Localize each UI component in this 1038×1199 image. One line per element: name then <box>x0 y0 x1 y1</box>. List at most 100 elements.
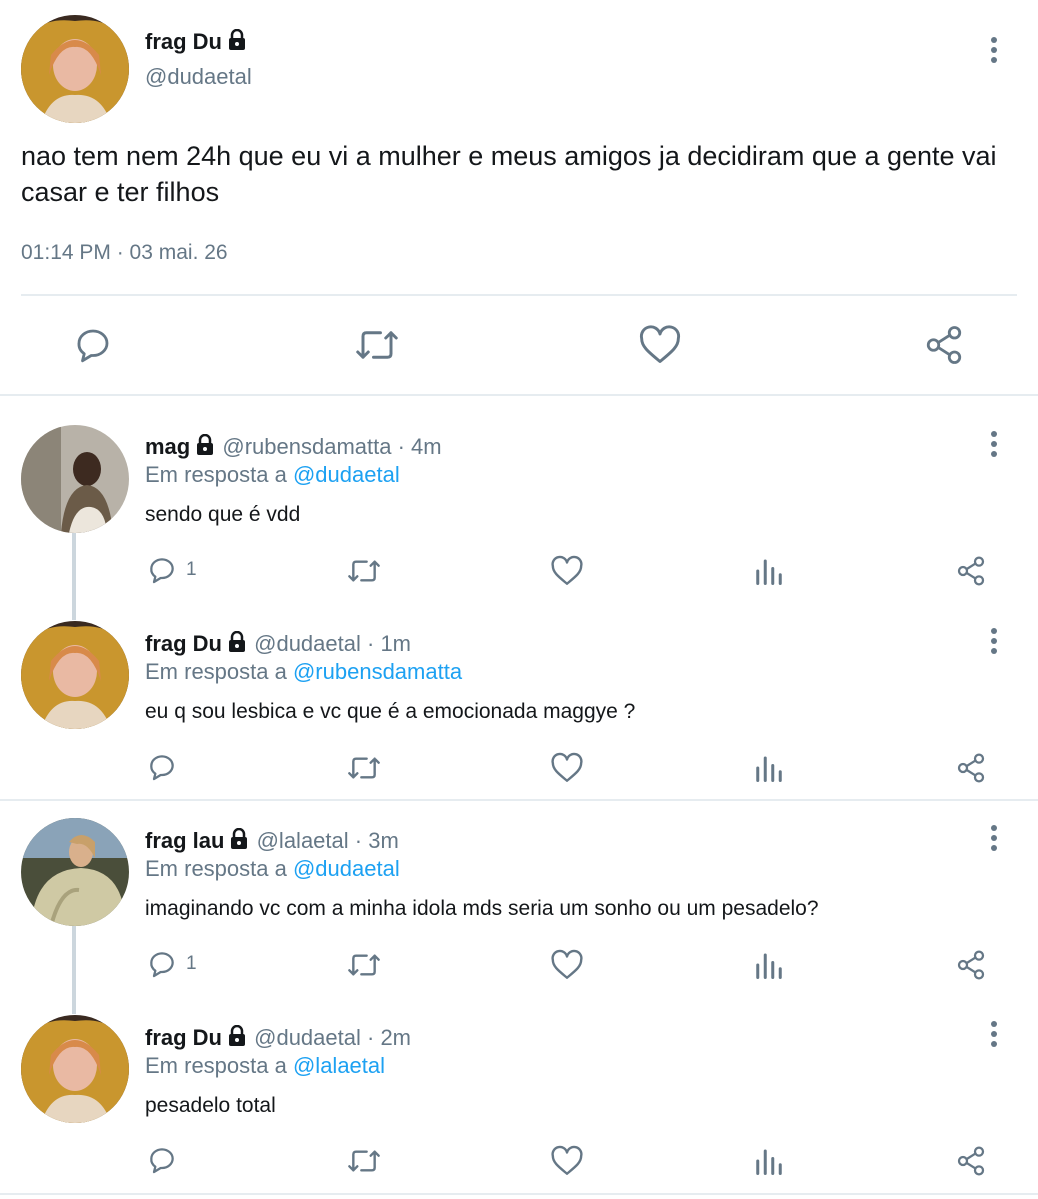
share-icon <box>957 556 985 586</box>
more-icon[interactable] <box>979 30 1009 70</box>
share-button[interactable] <box>954 555 988 587</box>
reply-header: frag Du @dudaetal · 1m <box>145 629 411 657</box>
reply-time[interactable]: · 2m <box>367 1025 411 1050</box>
like-icon <box>551 949 583 979</box>
analytics-button[interactable] <box>754 949 784 981</box>
retweet-button[interactable] <box>354 324 400 366</box>
like-button[interactable] <box>550 752 584 784</box>
author-display-name[interactable]: mag <box>145 434 190 459</box>
avatar[interactable] <box>21 15 129 123</box>
reply-icon <box>150 1148 174 1174</box>
reply-icon <box>150 755 174 781</box>
like-icon <box>639 325 681 363</box>
thread-line <box>72 532 76 620</box>
like-icon <box>551 1145 583 1175</box>
reply-prefix: Em resposta a <box>145 856 287 881</box>
share-icon <box>957 1146 985 1176</box>
avatar[interactable] <box>21 818 129 926</box>
reply-button[interactable] <box>146 1144 178 1176</box>
reply-button[interactable]: 1 <box>146 948 197 980</box>
analytics-button[interactable] <box>754 752 784 784</box>
divider <box>21 294 1017 296</box>
reply-count: 1 <box>186 559 197 580</box>
more-icon[interactable] <box>979 621 1009 661</box>
author-display-name[interactable]: frag lau <box>145 828 224 853</box>
reply-to-link[interactable]: @dudaetal <box>293 856 400 881</box>
author-display-name[interactable]: frag Du <box>145 631 222 656</box>
avatar[interactable] <box>21 1015 129 1123</box>
like-button[interactable] <box>550 555 584 587</box>
more-icon[interactable] <box>979 818 1009 858</box>
like-icon <box>551 555 583 585</box>
share-icon <box>957 950 985 980</box>
like-button[interactable] <box>638 324 682 366</box>
reply-context: Em resposta a @lalaetal <box>145 1053 385 1079</box>
reply-button[interactable] <box>146 751 178 783</box>
avatar[interactable] <box>21 425 129 533</box>
author-display-name[interactable]: frag Du <box>145 1025 222 1050</box>
analytics-button[interactable] <box>754 555 784 587</box>
section-divider <box>0 1193 1038 1195</box>
like-icon <box>551 752 583 782</box>
retweet-button[interactable] <box>346 949 382 981</box>
author-name[interactable]: frag Du <box>145 27 248 55</box>
share-button[interactable] <box>922 324 966 366</box>
retweet-icon <box>348 1150 380 1172</box>
reply-time[interactable]: · 4m <box>398 434 442 459</box>
analytics-icon <box>756 756 782 782</box>
reply-time[interactable]: · 3m <box>355 828 399 853</box>
tweet-text: nao tem nem 24h que eu vi a mulher e meu… <box>21 141 997 207</box>
retweet-button[interactable] <box>346 555 382 587</box>
reply-context: Em resposta a @rubensdamatta <box>145 659 462 685</box>
author-handle[interactable]: @rubensdamatta <box>222 434 391 459</box>
reply-button[interactable] <box>72 324 114 366</box>
like-button[interactable] <box>550 949 584 981</box>
reply-to-link[interactable]: @dudaetal <box>293 462 400 487</box>
author-display-name: frag Du <box>145 29 222 54</box>
avatar[interactable] <box>21 621 129 729</box>
retweet-icon <box>348 954 380 976</box>
lock-icon <box>228 827 250 856</box>
reply-text: pesadelo total <box>145 1094 276 1117</box>
retweet-button[interactable] <box>346 1145 382 1177</box>
reply-count: 1 <box>186 953 197 974</box>
share-button[interactable] <box>954 1145 988 1177</box>
reply-context: Em resposta a @dudaetal <box>145 856 400 882</box>
reply-text: eu q sou lesbica e vc que é a emocionada… <box>145 700 636 723</box>
lock-icon <box>226 1024 248 1053</box>
share-icon <box>926 326 962 364</box>
analytics-icon <box>756 1149 782 1175</box>
reply-button[interactable]: 1 <box>146 554 197 586</box>
tweet-timestamp[interactable]: 01:14 PM · 03 mai. 26 <box>21 241 228 265</box>
reply-prefix: Em resposta a <box>145 1053 287 1078</box>
retweet-icon <box>348 757 380 779</box>
analytics-icon <box>756 559 782 585</box>
reply-to-link[interactable]: @lalaetal <box>293 1053 385 1078</box>
more-icon[interactable] <box>979 1014 1009 1054</box>
reply-prefix: Em resposta a <box>145 659 287 684</box>
reply-icon <box>150 558 174 584</box>
share-button[interactable] <box>954 949 988 981</box>
retweet-icon <box>348 560 380 582</box>
share-button[interactable] <box>954 752 988 784</box>
lock-icon <box>226 630 248 659</box>
reply-prefix: Em resposta a <box>145 462 287 487</box>
retweet-button[interactable] <box>346 752 382 784</box>
reply-to-link[interactable]: @rubensdamatta <box>293 659 462 684</box>
author-handle[interactable]: @dudaetal <box>145 64 252 90</box>
analytics-button[interactable] <box>754 1145 784 1177</box>
reply-header: frag Du @dudaetal · 2m <box>145 1023 411 1051</box>
more-icon[interactable] <box>979 424 1009 464</box>
author-handle[interactable]: @dudaetal <box>254 1025 361 1050</box>
reply-text: imaginando vc com a minha idola mds seri… <box>145 897 819 920</box>
lock-icon <box>194 433 216 462</box>
like-button[interactable] <box>550 1145 584 1177</box>
reply-header: mag @rubensdamatta · 4m <box>145 432 442 460</box>
retweet-icon <box>356 331 398 359</box>
share-icon <box>957 753 985 783</box>
reply-text: sendo que é vdd <box>145 503 301 526</box>
author-handle[interactable]: @lalaetal <box>257 828 349 853</box>
reply-time[interactable]: · 1m <box>367 631 411 656</box>
author-handle[interactable]: @dudaetal <box>254 631 361 656</box>
lock-icon <box>226 28 248 57</box>
